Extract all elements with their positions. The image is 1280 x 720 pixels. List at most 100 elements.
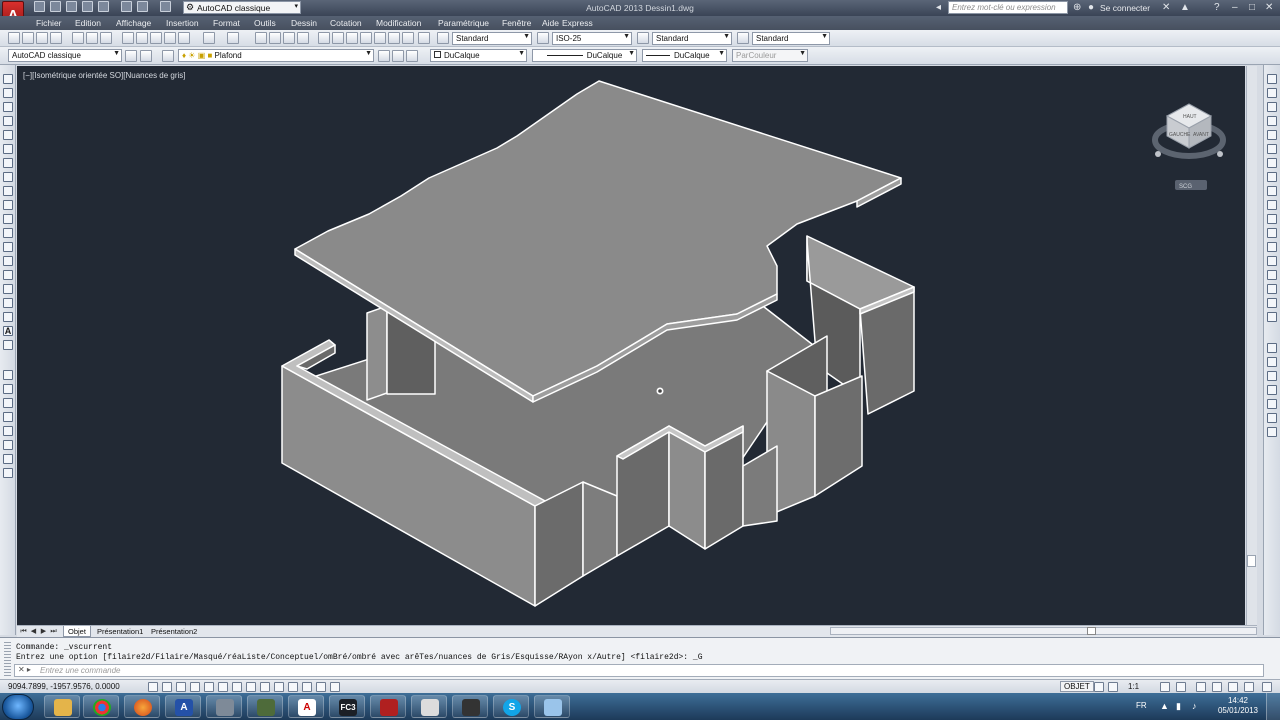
block-editor-icon[interactable] xyxy=(178,32,190,44)
taskbar-chrome[interactable] xyxy=(83,695,119,718)
tab-objet[interactable]: Objet xyxy=(63,626,91,637)
search-toggle-icon[interactable]: ◂ xyxy=(936,2,941,13)
wcs-menu[interactable]: SCG xyxy=(1175,180,1207,190)
vertical-scrollbar[interactable] xyxy=(1246,66,1257,625)
blend-icon[interactable] xyxy=(1267,298,1277,308)
ellipse-arc-icon[interactable] xyxy=(3,214,13,224)
table-style-icon[interactable] xyxy=(637,32,649,44)
taskbar-autocad[interactable]: A xyxy=(165,695,201,718)
arc-icon[interactable] xyxy=(3,144,13,154)
workspace-switcher[interactable]: ⚙ AutoCAD classique ▾ xyxy=(183,1,301,14)
hatch-back-icon[interactable] xyxy=(1267,413,1277,423)
help-icon[interactable]: ? xyxy=(1214,2,1220,13)
menu-aide[interactable]: Aide xyxy=(542,18,559,28)
copy-object-icon[interactable] xyxy=(1267,88,1277,98)
tool-palettes-icon[interactable] xyxy=(346,32,358,44)
construction-line-icon[interactable] xyxy=(3,88,13,98)
stretch-icon[interactable] xyxy=(1267,186,1277,196)
plot-icon[interactable] xyxy=(98,1,109,12)
polar-tracking-icon[interactable] xyxy=(204,682,214,692)
menu-modification[interactable]: Modification xyxy=(376,18,421,28)
print-icon[interactable] xyxy=(121,1,132,12)
color-select[interactable]: DuCalque ▼ xyxy=(430,49,527,62)
quick-properties-icon[interactable] xyxy=(316,682,326,692)
text-style-icon[interactable] xyxy=(437,32,449,44)
design-center-icon[interactable] xyxy=(332,32,344,44)
markup-icon[interactable] xyxy=(374,32,386,44)
object-snap-tracking-icon[interactable] xyxy=(246,682,256,692)
draworder-under-icon[interactable] xyxy=(1267,385,1277,395)
move-icon[interactable] xyxy=(3,440,13,450)
qnew-icon[interactable] xyxy=(22,32,34,44)
communication-icon[interactable]: ▲ xyxy=(1180,2,1190,13)
sheet-set-icon[interactable] xyxy=(360,32,372,44)
match-properties-icon[interactable] xyxy=(164,32,176,44)
infer-constraints-icon[interactable] xyxy=(148,682,158,692)
annotation-visibility-icon[interactable] xyxy=(1160,682,1170,692)
menu-affichage[interactable]: Affichage xyxy=(116,18,151,28)
plot-icon[interactable] xyxy=(72,32,84,44)
taskbar-skype[interactable]: S xyxy=(493,695,529,718)
hatch-icon[interactable] xyxy=(3,270,13,280)
zoom-window-icon[interactable] xyxy=(283,32,295,44)
isolate-objects-icon[interactable] xyxy=(1244,682,1254,692)
grid-display-icon[interactable] xyxy=(176,682,186,692)
network-icon[interactable]: ▮ xyxy=(1176,701,1181,712)
menu-express[interactable]: Express xyxy=(562,18,593,28)
cut-icon[interactable] xyxy=(122,32,134,44)
dynamic-input-icon[interactable] xyxy=(274,682,284,692)
line-icon[interactable] xyxy=(3,74,13,84)
insert-block-icon[interactable] xyxy=(3,228,13,238)
horizontal-scrollbar[interactable] xyxy=(830,627,1257,635)
zoom-realtime-icon[interactable] xyxy=(269,32,281,44)
transparency-icon[interactable] xyxy=(302,682,312,692)
3d-object-snap-icon[interactable] xyxy=(232,682,242,692)
drawing-viewport[interactable]: [−][Isométrique orientée SO][Nuances de … xyxy=(17,66,1245,625)
lineweight-select[interactable]: DuCalque ▼ xyxy=(642,49,727,62)
tray-arrow-icon[interactable]: ▲ xyxy=(1160,701,1169,711)
table-style-select[interactable]: Standard ▼ xyxy=(652,32,732,45)
new-icon[interactable] xyxy=(8,32,20,44)
dim-style-icon[interactable] xyxy=(537,32,549,44)
explode-icon[interactable] xyxy=(1267,312,1277,322)
reorder-icon[interactable] xyxy=(1267,427,1277,437)
minimize-icon[interactable]: – xyxy=(1232,2,1238,13)
trim-icon[interactable] xyxy=(1267,200,1277,210)
extend-icon[interactable] xyxy=(1267,214,1277,224)
move-icon[interactable] xyxy=(1267,144,1277,154)
table-icon[interactable] xyxy=(3,312,13,322)
close-icon[interactable]: ✕ xyxy=(1265,2,1273,13)
model-space-toggle[interactable]: OBJET xyxy=(1060,681,1094,692)
menu-outils[interactable]: Outils xyxy=(254,18,276,28)
open-icon[interactable] xyxy=(36,32,48,44)
workspace-switching-icon[interactable] xyxy=(1196,682,1206,692)
clean-screen-icon[interactable] xyxy=(1262,682,1272,692)
pan-icon[interactable] xyxy=(255,32,267,44)
taskbar-explorer[interactable] xyxy=(44,695,80,718)
chamfer-icon[interactable] xyxy=(1267,270,1277,280)
search-input[interactable]: Entrez mot-clé ou expression xyxy=(948,1,1068,14)
horizontal-scroll-thumb[interactable] xyxy=(1087,627,1096,635)
new-icon[interactable] xyxy=(34,1,45,12)
quick-view-drawings-icon[interactable] xyxy=(1108,682,1118,692)
fillet-icon[interactable] xyxy=(1267,284,1277,294)
undo-icon[interactable] xyxy=(137,1,148,12)
dynamic-ucs-icon[interactable] xyxy=(260,682,270,692)
mtext-icon[interactable]: A xyxy=(3,326,13,336)
point-icon[interactable] xyxy=(3,256,13,266)
clock[interactable]: 14:42 05/01/2013 xyxy=(1216,696,1260,716)
volume-icon[interactable]: ♪ xyxy=(1192,701,1197,711)
menu-parametrique[interactable]: Paramétrique xyxy=(438,18,489,28)
draworder-front-icon[interactable] xyxy=(1267,343,1277,353)
layer-previous-icon[interactable] xyxy=(392,50,404,62)
zoom-previous-icon[interactable] xyxy=(297,32,309,44)
rotate-icon[interactable] xyxy=(1267,158,1277,168)
exchange-icon[interactable]: ✕ xyxy=(1162,2,1170,13)
first-tab-icon[interactable]: ⏮ xyxy=(19,627,28,636)
revcloud-icon[interactable] xyxy=(3,172,13,182)
offset-icon[interactable] xyxy=(1267,116,1277,126)
taskbar-window[interactable] xyxy=(534,695,570,718)
vertical-scroll-thumb[interactable] xyxy=(1247,555,1256,567)
prev-tab-icon[interactable]: ◀ xyxy=(29,627,38,636)
menu-edition[interactable]: Edition xyxy=(75,18,101,28)
